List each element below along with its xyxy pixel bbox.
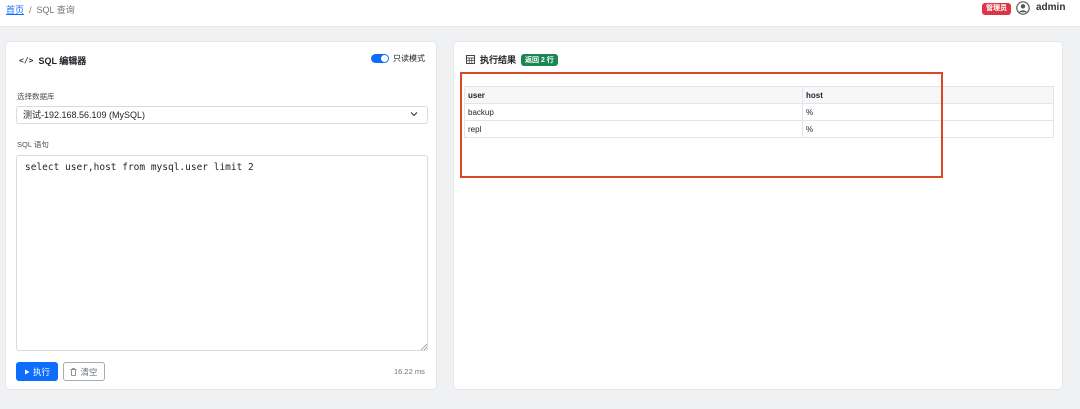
clear-button[interactable]: 清空	[63, 362, 105, 381]
results-title-text: 执行结果	[480, 55, 517, 65]
table-row: repl %	[464, 120, 1054, 138]
readonly-toggle-label: 只读模式	[393, 54, 425, 63]
sql-input-label: SQL 语句	[17, 140, 49, 149]
table-cell: %	[802, 120, 1054, 138]
elapsed-time: 16.22 ms	[394, 367, 425, 376]
db-select-label: 选择数据库	[17, 92, 55, 101]
run-button[interactable]: 执行	[16, 362, 58, 381]
breadcrumb-home-link[interactable]: 首页	[6, 5, 24, 15]
code-icon: </>	[19, 56, 34, 65]
readonly-toggle-group: 只读模式	[371, 53, 425, 64]
table-cell: backup	[464, 103, 803, 121]
readonly-toggle[interactable]	[371, 54, 389, 63]
results-card: 执行结果 返回 2 行 user host backup % repl %	[453, 41, 1063, 390]
trash-icon	[70, 367, 77, 376]
results-table: user host backup % repl %	[464, 86, 1054, 138]
role-badge: 管理员	[982, 3, 1011, 15]
column-header: host	[802, 86, 1054, 104]
run-button-label: 执行	[32, 366, 50, 377]
top-bar: 首页 / SQL 查询 管理员 admin	[0, 0, 1080, 27]
editor-title: </> SQL 编辑器	[19, 54, 86, 67]
breadcrumb: 首页 / SQL 查询	[6, 3, 75, 16]
user-circle-icon[interactable]	[1016, 1, 1030, 15]
database-select-value: 测试-192.168.56.109 (MySQL)	[23, 110, 146, 120]
clear-button-label: 清空	[80, 366, 98, 377]
row-count-badge: 返回 2 行	[521, 53, 558, 66]
sql-editor-card: </> SQL 编辑器 只读模式 选择数据库 测试-192.168.56.109…	[5, 41, 437, 390]
play-icon	[24, 369, 30, 374]
chevron-down-icon	[410, 112, 418, 117]
table-row: backup %	[464, 103, 1054, 121]
editor-title-text: SQL 编辑器	[38, 56, 87, 66]
username[interactable]: admin	[1036, 2, 1065, 13]
resize-grip-icon[interactable]	[421, 344, 427, 350]
breadcrumb-separator: /	[29, 5, 32, 15]
table-cell: repl	[464, 120, 803, 138]
sql-textarea[interactable]: select user,host from mysql.user limit 2	[16, 155, 428, 351]
table-cell: %	[802, 103, 1054, 121]
column-header: user	[464, 86, 803, 104]
database-select[interactable]: 测试-192.168.56.109 (MySQL)	[16, 106, 428, 124]
table-header-row: user host	[464, 86, 1054, 104]
breadcrumb-current: SQL 查询	[36, 5, 75, 15]
table-icon	[466, 55, 475, 64]
results-title: 执行结果 返回 2 行	[466, 53, 558, 66]
